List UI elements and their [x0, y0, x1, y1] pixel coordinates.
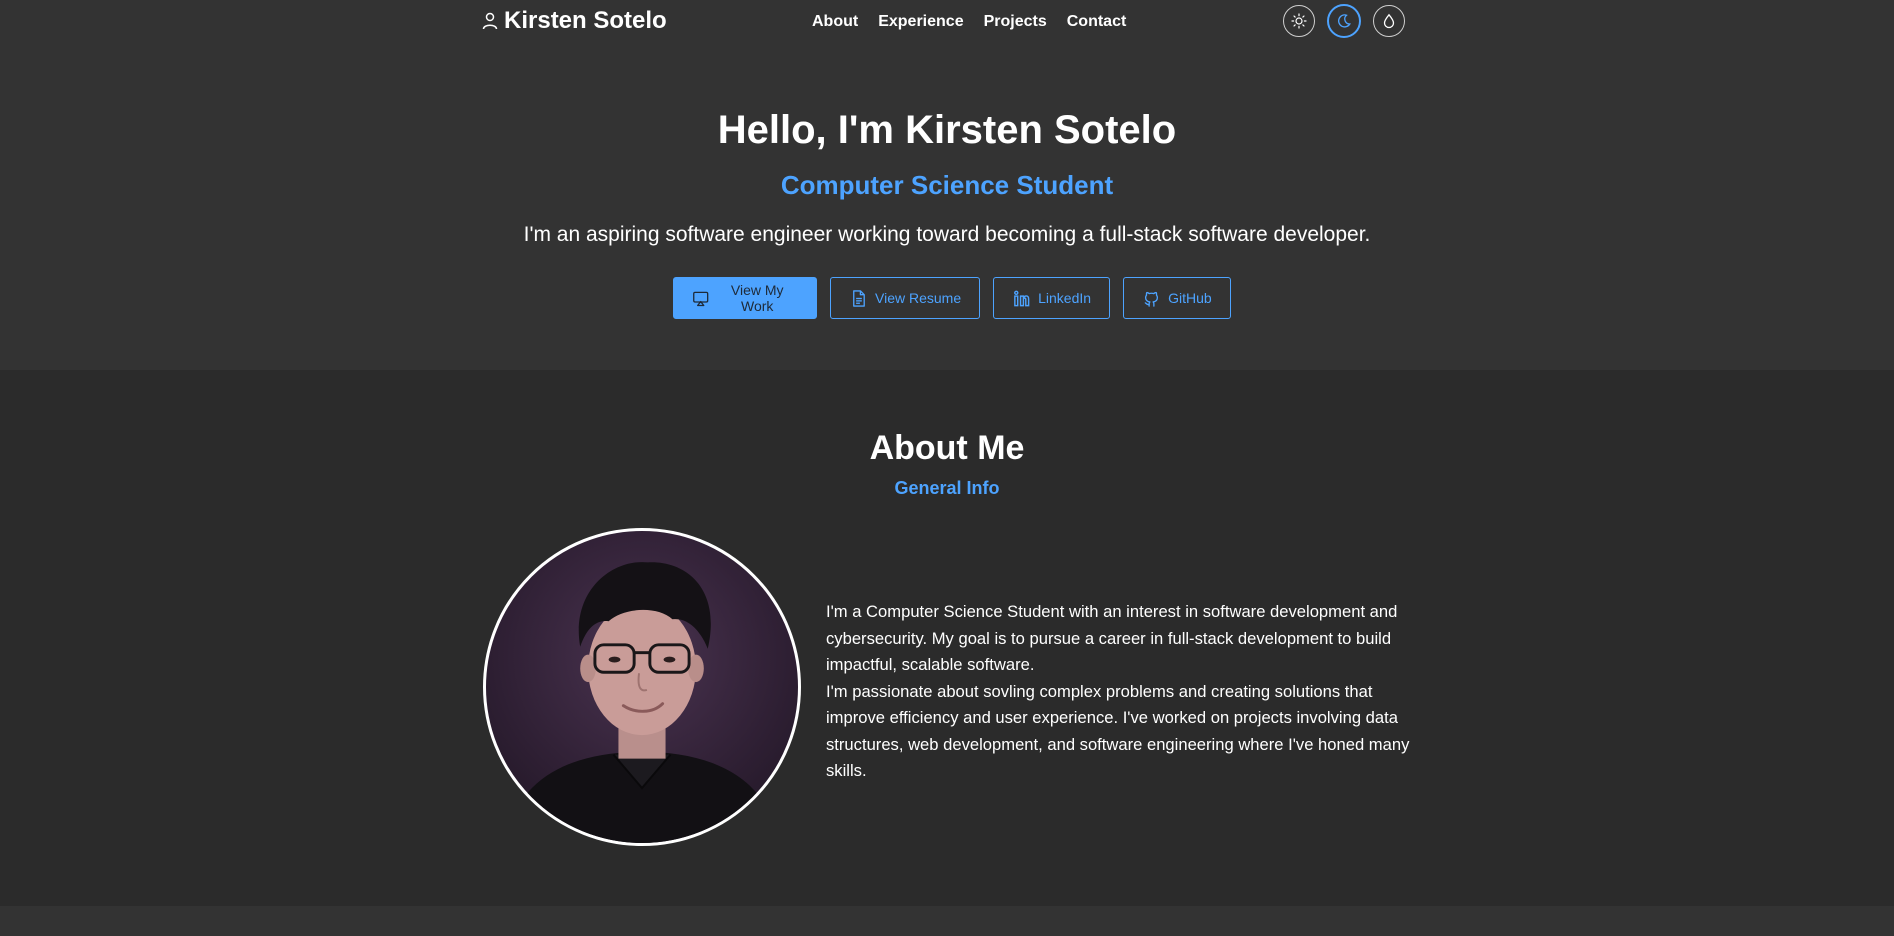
brand[interactable]: Kirsten Sotelo	[482, 6, 667, 36]
nav-link-experience[interactable]: Experience	[878, 13, 963, 31]
next-section-edge	[0, 906, 1894, 936]
droplet-icon	[1383, 13, 1395, 29]
brand-name: Kirsten Sotelo	[504, 7, 667, 34]
about-paragraph: I'm passionate about sovling complex pro…	[826, 681, 1410, 781]
moon-icon	[1338, 14, 1351, 28]
dark-theme-button[interactable]	[1327, 4, 1361, 38]
hero-description: I'm an aspiring software engineer workin…	[523, 223, 1371, 246]
nav-link-about[interactable]: About	[812, 13, 858, 31]
github-icon	[1144, 291, 1159, 307]
about-section: About Me General Info I'm a Computer Sci…	[0, 370, 1894, 906]
theme-toggles	[1283, 4, 1405, 39]
color-theme-button[interactable]	[1373, 5, 1405, 37]
about-subtitle: General Info	[894, 478, 1000, 498]
about-title: About Me	[869, 429, 1025, 467]
github-button[interactable]: GitHub	[1123, 277, 1231, 319]
nav-link-projects[interactable]: Projects	[984, 13, 1047, 31]
document-icon	[853, 289, 865, 307]
github-label: GitHub	[1168, 290, 1212, 306]
person-icon	[482, 12, 498, 30]
view-resume-label: View Resume	[875, 290, 962, 306]
linkedin-label: LinkedIn	[1038, 290, 1092, 306]
presentation-icon	[693, 291, 709, 306]
hero-section: Hello, I'm Kirsten Sotelo Computer Scien…	[0, 44, 1894, 370]
nav-link-contact[interactable]: Contact	[1067, 13, 1127, 31]
hero-subtitle: Computer Science Student	[780, 170, 1114, 200]
linkedin-icon	[1014, 290, 1030, 306]
sun-icon	[1291, 13, 1307, 29]
hero-buttons: View My Work View Resume LinkedIn GitHub	[673, 277, 1231, 319]
about-paragraph: I'm a Computer Science Student with an i…	[826, 602, 1398, 674]
nav-links: About Experience Projects Contact	[812, 12, 1126, 32]
navbar: Kirsten Sotelo About Experience Projects…	[0, 0, 1894, 44]
profile-photo	[483, 528, 801, 846]
about-text: I'm a Computer Science Student with an i…	[826, 599, 1416, 785]
linkedin-button[interactable]: LinkedIn	[993, 277, 1111, 319]
view-my-work-button[interactable]: View My Work	[673, 277, 817, 319]
light-theme-button[interactable]	[1283, 5, 1315, 37]
profile-portrait	[505, 562, 779, 843]
view-my-work-label: View My Work	[730, 282, 784, 314]
view-resume-button[interactable]: View Resume	[830, 277, 981, 319]
hero-title: Hello, I'm Kirsten Sotelo	[717, 108, 1177, 152]
